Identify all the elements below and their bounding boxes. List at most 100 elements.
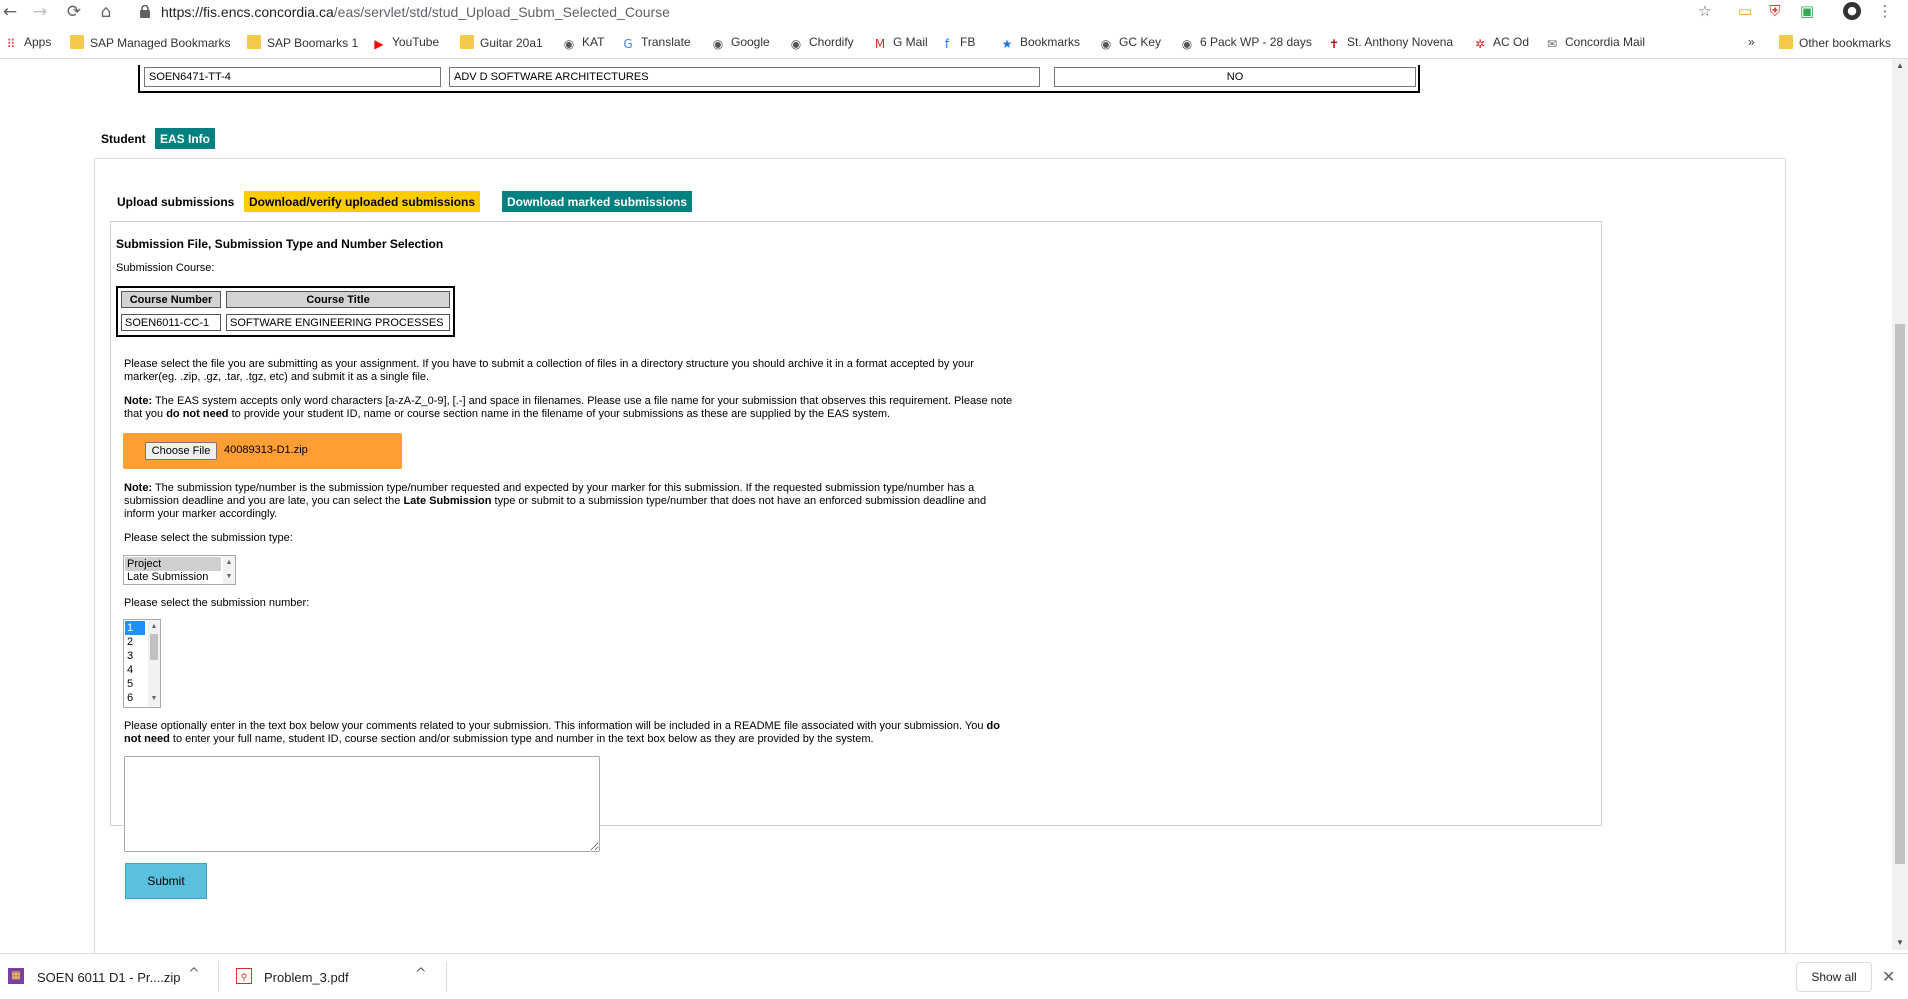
bookmark-3[interactable]: ▶ YouTube bbox=[372, 35, 439, 51]
apps-grid-icon: ⠿ bbox=[6, 37, 16, 51]
back-icon[interactable]: ← bbox=[0, 2, 20, 22]
note-emphasis: do not need bbox=[166, 408, 229, 420]
option-number-1[interactable]: 1 bbox=[125, 621, 145, 635]
bookmark-5[interactable]: ◉ KAT bbox=[562, 35, 605, 51]
submission-type-select[interactable]: Project Late Submission ▲ ▼ bbox=[123, 555, 236, 585]
page-scrollbar[interactable]: ▲ ▼ bbox=[1892, 59, 1908, 950]
url-field[interactable]: https://fis.encs.concordia.ca/eas/servle… bbox=[161, 4, 670, 20]
course-title-cell: ADV D SOFTWARE ARCHITECTURES bbox=[449, 67, 1040, 87]
instructions-line-2: marker(eg. .zip, .gz, .tar, .tgz, etc) a… bbox=[124, 371, 430, 383]
bookmark-label: Concordia Mail bbox=[1565, 35, 1646, 49]
gmail-icon: M bbox=[874, 37, 886, 51]
globe-icon: ◉ bbox=[1100, 37, 1112, 51]
bookmark-label: YouTube bbox=[392, 35, 440, 49]
folder-ext-icon[interactable]: ▭ bbox=[1736, 2, 1754, 20]
page-scroll-thumb[interactable] bbox=[1895, 324, 1905, 864]
bookmark-label: Bookmarks bbox=[1020, 35, 1081, 49]
show-all-button[interactable]: Show all bbox=[1796, 962, 1872, 992]
option-number-6[interactable]: 6 bbox=[125, 691, 145, 705]
bookmark-8[interactable]: ◉ Chordify bbox=[789, 35, 854, 51]
number-scrollbar[interactable]: ▲ ▼ bbox=[148, 620, 160, 707]
scroll-thumb[interactable] bbox=[150, 634, 158, 660]
note-type-line-1: Note: The submission type/number is the … bbox=[124, 482, 974, 495]
option-number-2[interactable]: 2 bbox=[125, 635, 145, 649]
tab-student[interactable]: Student bbox=[96, 128, 151, 149]
option-late-submission[interactable]: Late Submission bbox=[125, 570, 221, 584]
winrar-icon: ▦ bbox=[8, 968, 24, 984]
bookmark-1[interactable]: SAP Managed Bookmarks bbox=[70, 35, 231, 51]
submission-course-table: Course Number Course Title SOEN6011-CC-1… bbox=[116, 286, 455, 337]
row-course-number: SOEN6011-CC-1 bbox=[121, 314, 221, 331]
bookmark-15[interactable]: ✲ AC Od bbox=[1473, 35, 1529, 51]
note-text: submission deadline and you are late, yo… bbox=[124, 495, 404, 507]
type-scrollbar[interactable]: ▲ ▼ bbox=[223, 556, 235, 584]
divider bbox=[218, 962, 219, 992]
option-project[interactable]: Project bbox=[125, 557, 221, 571]
bookmark-14[interactable]: ✝ St. Anthony Novena bbox=[1327, 35, 1453, 51]
tab-download-marked[interactable]: Download marked submissions bbox=[502, 191, 693, 212]
row-course-title: SOFTWARE ENGINEERING PROCESSES bbox=[226, 314, 450, 331]
note-text: type or submit to a submission type/numb… bbox=[491, 495, 987, 507]
globe-icon: ◉ bbox=[563, 37, 575, 51]
bookmark-2[interactable]: SAP Boomarks 1 bbox=[247, 35, 358, 51]
translate-icon: G bbox=[623, 37, 633, 51]
option-number-3[interactable]: 3 bbox=[125, 649, 145, 663]
tab-eas-info[interactable]: EAS Info bbox=[155, 128, 215, 149]
download-name: SOEN 6011 D1 - Pr....zip bbox=[37, 970, 181, 985]
bookmark-4[interactable]: Guitar 20a1 bbox=[460, 35, 543, 51]
chevron-up-icon[interactable]: ^ bbox=[188, 966, 200, 982]
drive-ext-icon[interactable]: ▣ bbox=[1798, 2, 1816, 20]
comments-emphasis: do bbox=[986, 720, 1000, 732]
menu-icon[interactable]: ⋮ bbox=[1876, 2, 1894, 20]
folder-icon bbox=[247, 35, 261, 49]
other-bookmarks[interactable]: Other bookmarks bbox=[1779, 35, 1891, 51]
choose-file-button[interactable]: Choose File bbox=[145, 442, 217, 460]
home-icon[interactable]: ⌂ bbox=[96, 2, 116, 22]
star-icon[interactable]: ☆ bbox=[1696, 2, 1714, 20]
bookmark-0[interactable]: ⠿ Apps bbox=[4, 35, 52, 51]
bookmarks-bar: ⠿ Apps SAP Managed Bookmarks SAP Boomarks 1… bbox=[0, 31, 1908, 55]
bookmark-9[interactable]: M G Mail bbox=[873, 35, 928, 51]
close-icon[interactable]: ✕ bbox=[1882, 967, 1895, 986]
bookmark-10[interactable]: f FB bbox=[940, 35, 975, 51]
submission-number-select[interactable]: 1 2 3 4 5 6 ▲ ▼ bbox=[123, 619, 161, 708]
scroll-down-icon[interactable]: ▼ bbox=[223, 572, 235, 582]
shield-ext-icon[interactable]: ⛨ bbox=[1766, 2, 1784, 20]
scroll-down-icon[interactable]: ▼ bbox=[148, 694, 160, 704]
option-number-5[interactable]: 5 bbox=[125, 677, 145, 691]
download-item-pdf[interactable]: ⚲ Problem_3.pdf ^ bbox=[226, 954, 446, 999]
bookmark-11[interactable]: ★ Bookmarks bbox=[1000, 35, 1080, 51]
scroll-up-icon[interactable]: ▲ bbox=[223, 558, 235, 568]
bookmark-label: Apps bbox=[24, 35, 52, 49]
bookmark-12[interactable]: ◉ GC Key bbox=[1099, 35, 1161, 51]
scroll-up-icon[interactable]: ▲ bbox=[1895, 61, 1905, 70]
note-filename-line-1: Note: The EAS system accepts only word c… bbox=[124, 395, 1012, 408]
divider bbox=[446, 962, 447, 992]
tab-upload-submissions[interactable]: Upload submissions bbox=[112, 191, 240, 212]
forward-icon[interactable]: → bbox=[30, 2, 50, 22]
bookmark-label: Google bbox=[731, 35, 770, 49]
scroll-down-icon[interactable]: ▼ bbox=[1895, 938, 1905, 947]
avatar[interactable]: ● bbox=[1843, 2, 1861, 20]
bookmark-16[interactable]: ✉ Concordia Mail bbox=[1545, 35, 1645, 51]
bookmark-label: Chordify bbox=[809, 35, 854, 49]
bookmarks-overflow-icon[interactable]: » bbox=[1748, 35, 1755, 51]
header-course-number: Course Number bbox=[121, 291, 221, 308]
bookmark-label: Translate bbox=[641, 35, 691, 49]
option-number-4[interactable]: 4 bbox=[125, 663, 145, 677]
facebook-icon: f bbox=[944, 37, 950, 51]
tab-download-verify[interactable]: Download/verify uploaded submissions bbox=[244, 191, 481, 212]
note-type-line-3: inform your marker accordingly. bbox=[124, 508, 278, 520]
file-upload-area: Choose File 40089313-D1.zip bbox=[123, 433, 402, 469]
comments-textarea[interactable] bbox=[124, 756, 600, 852]
bookmark-13[interactable]: ◉ 6 Pack WP - 28 days bbox=[1180, 35, 1312, 51]
chevron-up-icon[interactable]: ^ bbox=[415, 966, 427, 982]
download-item-zip[interactable]: ▦ SOEN 6011 D1 - Pr....zip ^ bbox=[0, 954, 218, 999]
submit-button[interactable]: Submit bbox=[125, 863, 207, 899]
url-host: https://fis.encs.concordia.ca bbox=[161, 4, 334, 20]
reload-icon[interactable]: ⟳ bbox=[64, 2, 84, 22]
bookmark-label: St. Anthony Novena bbox=[1347, 35, 1454, 49]
scroll-up-icon[interactable]: ▲ bbox=[148, 622, 160, 632]
bookmark-6[interactable]: G Translate bbox=[621, 35, 691, 51]
bookmark-7[interactable]: ◉ Google bbox=[711, 35, 770, 51]
